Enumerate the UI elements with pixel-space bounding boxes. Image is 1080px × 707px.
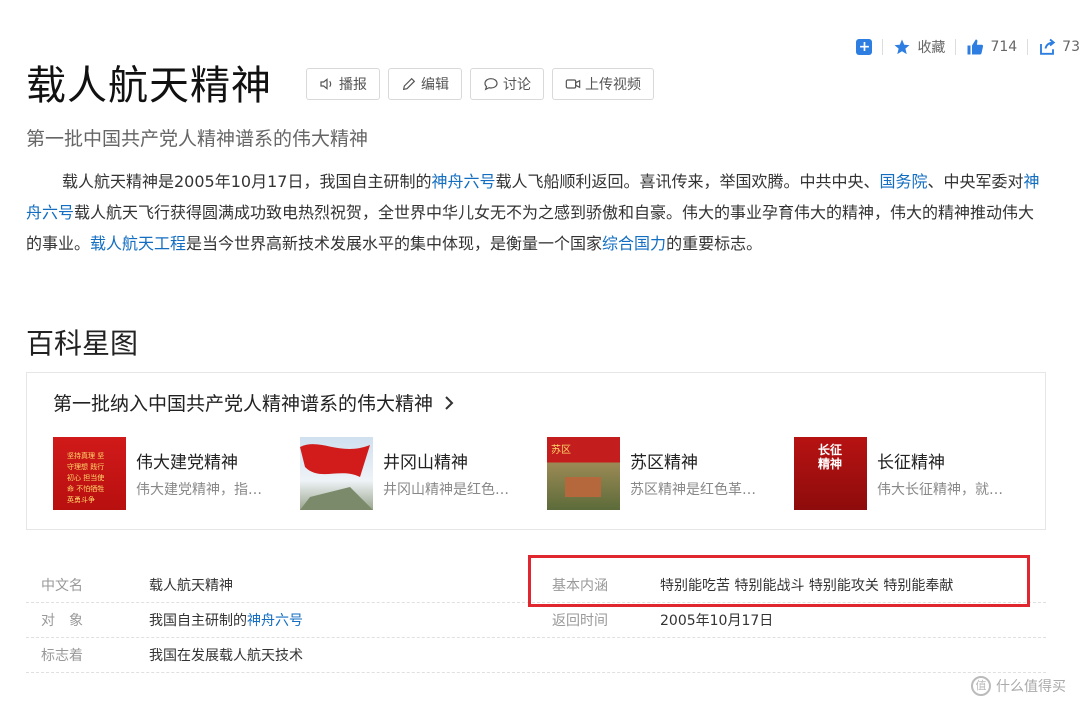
thumbnail [300, 437, 373, 510]
card-title: 第一批纳入中国共产党人精神谱系的伟大精神 [53, 393, 434, 415]
summary-text: 是当今世界高新技术发展水平的集中体现，是衡量一个国家 [186, 234, 603, 253]
section-title: 百科星图 [26, 327, 139, 360]
watermark-logo: 值 [971, 676, 991, 696]
info-label: 标志着 [41, 648, 83, 664]
speaker-icon [320, 78, 332, 90]
highlight-box [528, 555, 1030, 607]
list-item[interactable]: 长征精神 长征精神 伟大长征精神，就… [794, 437, 1041, 510]
info-value: 我国自主研制的神舟六号 [149, 610, 537, 630]
video-icon [565, 79, 581, 89]
like-button[interactable]: 714 [966, 38, 1017, 56]
thumbnail: 坚持真理 坚守理想 践行初心 担当使命 不怕牺牲 英勇斗争 [53, 437, 126, 510]
broadcast-button[interactable]: 播报 [306, 68, 380, 100]
list-item[interactable]: 井冈山精神 井冈山精神是红色… [300, 437, 547, 510]
thumbnail: 长征精神 [794, 437, 867, 510]
thumbnail-caption: 苏区 [551, 445, 571, 456]
stats-bar: + 收藏 714 73 [856, 36, 1080, 58]
discuss-label: 讨论 [503, 77, 531, 93]
list-item[interactable]: 坚持真理 坚守理想 践行初心 担当使命 不怕牺牲 英勇斗争 伟大建党精神 伟大建… [53, 437, 300, 510]
info-value: 载人航天精神 [149, 578, 233, 594]
add-icon[interactable]: + [856, 39, 873, 55]
info-value: 2005年10月17日 [660, 613, 774, 629]
thumbs-up-icon [967, 39, 984, 55]
thumbnail: 苏区 [547, 437, 620, 510]
title-actions: 播报 编辑 讨论 上传视频 [306, 68, 654, 100]
collect-button[interactable]: 收藏 [893, 37, 945, 57]
divider [955, 39, 957, 55]
info-label: 返回时间 [552, 613, 608, 629]
chevron-right-icon [445, 395, 454, 410]
watermark: 值 什么值得买 [971, 676, 1066, 696]
red-flag-image [300, 444, 373, 510]
info-value-text: 我国自主研制的 [149, 613, 247, 629]
watermark-text: 什么值得买 [996, 679, 1066, 695]
thumbnail-caption: 坚持真理 坚守理想 践行初心 担当使命 不怕牺牲 英勇斗争 [67, 452, 105, 504]
collect-label: 收藏 [917, 40, 946, 56]
link-national-strength[interactable]: 综合国力 [602, 234, 666, 253]
summary-text: 的重要标志。 [666, 234, 763, 253]
discuss-button[interactable]: 讨论 [470, 68, 544, 100]
upload-video-label: 上传视频 [585, 77, 641, 93]
summary-text: 、中央军委对 [927, 172, 1024, 191]
share-button[interactable]: 73 [1038, 38, 1080, 56]
summary-text: 载人航天精神是2005年10月17日，我国自主研制的 [62, 172, 432, 191]
star-map-card: 第一批纳入中国共产党人精神谱系的伟大精神 坚持真理 坚守理想 践行初心 担当使命… [26, 372, 1046, 530]
item-desc: 伟大建党精神，指… [136, 482, 262, 498]
item-desc: 伟大长征精神，就… [877, 482, 1003, 498]
link-shenzhou6[interactable]: 神舟六号 [247, 613, 303, 629]
info-label: 中文名 [41, 578, 83, 594]
link-shenzhou6[interactable]: 神舟六号 [431, 172, 495, 191]
info-row: 标志着 我国在发展载人航天技术 [26, 638, 1046, 673]
comment-icon [484, 78, 498, 91]
share-icon [1040, 38, 1056, 55]
page-title: 载人航天精神 [26, 63, 272, 109]
item-desc: 苏区精神是红色革… [630, 482, 756, 498]
list-item[interactable]: 苏区 苏区精神 苏区精神是红色革… [547, 437, 794, 510]
card-title-link[interactable]: 第一批纳入中国共产党人精神谱系的伟大精神 [53, 389, 455, 416]
link-state-council[interactable]: 国务院 [879, 172, 927, 191]
info-label: 对 象 [41, 613, 83, 629]
item-name: 井冈山精神 [383, 453, 468, 473]
broadcast-label: 播报 [339, 77, 367, 93]
upload-video-button[interactable]: 上传视频 [552, 68, 654, 100]
info-value: 我国在发展载人航天技术 [149, 648, 303, 664]
link-manned-space-project[interactable]: 载人航天工程 [90, 234, 186, 253]
edit-button[interactable]: 编辑 [388, 68, 462, 100]
pencil-icon [402, 77, 416, 91]
building-image [565, 477, 601, 497]
summary-text: 载人飞船顺利返回。喜讯传来，举国欢腾。中共中央、 [495, 172, 880, 191]
share-count: 73 [1062, 39, 1080, 55]
divider [1027, 39, 1029, 55]
thumbnail-caption: 长征精神 [818, 443, 843, 471]
spirit-list: 坚持真理 坚守理想 践行初心 担当使命 不怕牺牲 英勇斗争 伟大建党精神 伟大建… [53, 437, 1041, 510]
divider [882, 39, 884, 55]
info-row: 对 象 我国自主研制的神舟六号 返回时间 2005年10月17日 [26, 603, 1046, 638]
item-name: 苏区精神 [630, 453, 698, 473]
star-icon [894, 39, 910, 55]
edit-label: 编辑 [421, 77, 449, 93]
page-subtitle: 第一批中国共产党人精神谱系的伟大精神 [26, 128, 369, 150]
item-desc: 井冈山精神是红色… [383, 482, 509, 498]
summary-paragraph: 载人航天精神是2005年10月17日，我国自主研制的神舟六号载人飞船顺利返回。喜… [26, 166, 1046, 259]
item-name: 伟大建党精神 [136, 453, 238, 473]
like-count: 714 [990, 39, 1018, 55]
item-name: 长征精神 [877, 453, 945, 473]
